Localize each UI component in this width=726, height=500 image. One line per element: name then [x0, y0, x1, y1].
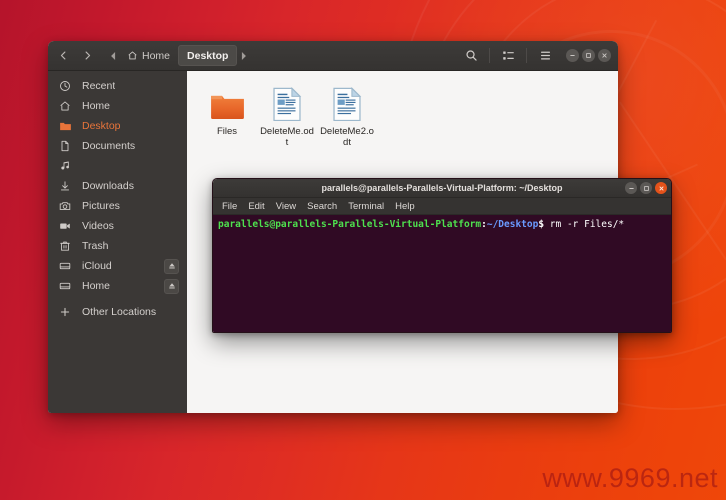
toolbar-divider	[489, 48, 490, 63]
sidebar-item-pictures[interactable]: Pictures	[48, 196, 187, 216]
sidebar-item-label: Documents	[82, 140, 135, 152]
toolbar-divider	[526, 48, 527, 63]
breadcrumb-label: Desktop	[187, 50, 228, 62]
sidebar-item-home[interactable]: Home	[48, 96, 187, 116]
eject-button[interactable]	[164, 279, 179, 294]
terminal-menubar: File Edit View Search Terminal Help	[213, 198, 671, 215]
sidebar-item-music[interactable]	[48, 156, 187, 176]
sidebar-item-videos[interactable]: Videos	[48, 216, 187, 236]
clock-icon	[58, 79, 72, 93]
window-controls	[566, 49, 611, 62]
sidebar-item-label: Trash	[82, 240, 108, 252]
file-item-label: DeleteMe2.odt	[319, 126, 375, 148]
terminal-titlebar: parallels@parallels-Parallels-Virtual-Pl…	[213, 179, 671, 198]
breadcrumb-item-desktop[interactable]: Desktop	[178, 45, 237, 66]
terminal-prompt-userhost: parallels@parallels-Parallels-Virtual-Pl…	[218, 219, 481, 230]
menu-item-file[interactable]: File	[222, 201, 237, 212]
folder-icon	[209, 85, 246, 121]
plus-icon	[58, 305, 72, 319]
breadcrumb-label: Home	[142, 50, 170, 62]
sidebar-item-icloud[interactable]: iCloud	[48, 256, 187, 276]
caret-right-icon[interactable]	[237, 45, 249, 66]
maximize-button[interactable]	[582, 49, 595, 62]
breadcrumb-item-home[interactable]: Home	[119, 45, 178, 66]
sidebar-item-home-drive[interactable]: Home	[48, 276, 187, 296]
terminal-title: parallels@parallels-Parallels-Virtual-Pl…	[217, 183, 667, 193]
menu-item-view[interactable]: View	[276, 201, 296, 212]
trash-icon	[58, 239, 72, 253]
file-manager-titlebar: Home Desktop	[48, 41, 618, 71]
sidebar-item-recent[interactable]: Recent	[48, 76, 187, 96]
document-icon	[58, 139, 72, 153]
terminal-window-controls	[625, 182, 667, 194]
music-icon	[58, 159, 72, 173]
folder-icon	[58, 119, 72, 133]
maximize-button[interactable]	[640, 182, 652, 194]
close-button[interactable]	[598, 49, 611, 62]
hamburger-menu-icon[interactable]	[533, 45, 557, 67]
breadcrumb: Home Desktop	[107, 45, 249, 66]
drive-icon	[58, 259, 72, 273]
sidebar-item-label: Recent	[82, 80, 115, 92]
menu-item-terminal[interactable]: Terminal	[348, 201, 384, 212]
terminal-prompt-path: ~/Desktop	[487, 219, 538, 230]
close-button[interactable]	[655, 182, 667, 194]
sidebar-item-documents[interactable]: Documents	[48, 136, 187, 156]
caret-left-icon[interactable]	[107, 45, 119, 66]
back-button[interactable]	[53, 45, 74, 66]
sidebar-item-label: Home	[82, 280, 110, 292]
sidebar-item-label: Home	[82, 100, 110, 112]
minimize-button[interactable]	[625, 182, 637, 194]
sidebar: Recent Home Desktop	[48, 71, 187, 413]
terminal-output[interactable]: parallels@parallels-Parallels-Virtual-Pl…	[213, 215, 671, 332]
home-icon	[58, 99, 72, 113]
terminal-window: parallels@parallels-Parallels-Virtual-Pl…	[212, 178, 672, 333]
sidebar-item-label: Pictures	[82, 200, 120, 212]
file-item-label: DeleteMe.odt	[259, 126, 315, 148]
search-icon[interactable]	[459, 45, 483, 67]
menu-item-help[interactable]: Help	[395, 201, 415, 212]
sidebar-item-desktop[interactable]: Desktop	[48, 116, 187, 136]
sidebar-item-label: Downloads	[82, 180, 134, 192]
forward-button[interactable]	[77, 45, 98, 66]
sidebar-item-downloads[interactable]: Downloads	[48, 176, 187, 196]
sidebar-item-trash[interactable]: Trash	[48, 236, 187, 256]
odt-document-icon	[272, 85, 302, 121]
sidebar-item-label: Videos	[82, 220, 114, 232]
menu-item-edit[interactable]: Edit	[248, 201, 264, 212]
terminal-prompt-line: parallels@parallels-Parallels-Virtual-Pl…	[218, 219, 666, 232]
watermark: www.9969.net	[542, 463, 718, 494]
desktop-background: Home Desktop	[0, 0, 726, 500]
eject-button[interactable]	[164, 259, 179, 274]
menu-item-search[interactable]: Search	[307, 201, 337, 212]
file-item-deleteme2-odt[interactable]: DeleteMe2.odt	[317, 81, 377, 150]
file-item-deleteme-odt[interactable]: DeleteMe.odt	[257, 81, 317, 150]
file-item-label: Files	[217, 126, 237, 137]
odt-document-icon	[332, 85, 362, 121]
file-item-files[interactable]: Files	[197, 81, 257, 150]
sidebar-item-other-locations[interactable]: Other Locations	[48, 302, 187, 322]
home-icon	[127, 50, 138, 61]
camera-icon	[58, 199, 72, 213]
minimize-button[interactable]	[566, 49, 579, 62]
view-toggle-icon[interactable]	[496, 45, 520, 67]
sidebar-item-label: Other Locations	[82, 306, 156, 318]
download-icon	[58, 179, 72, 193]
sidebar-item-label: iCloud	[82, 260, 112, 272]
drive-icon	[58, 279, 72, 293]
video-icon	[58, 219, 72, 233]
terminal-command: rm -r Files/*	[544, 219, 624, 230]
sidebar-item-label: Desktop	[82, 120, 121, 132]
